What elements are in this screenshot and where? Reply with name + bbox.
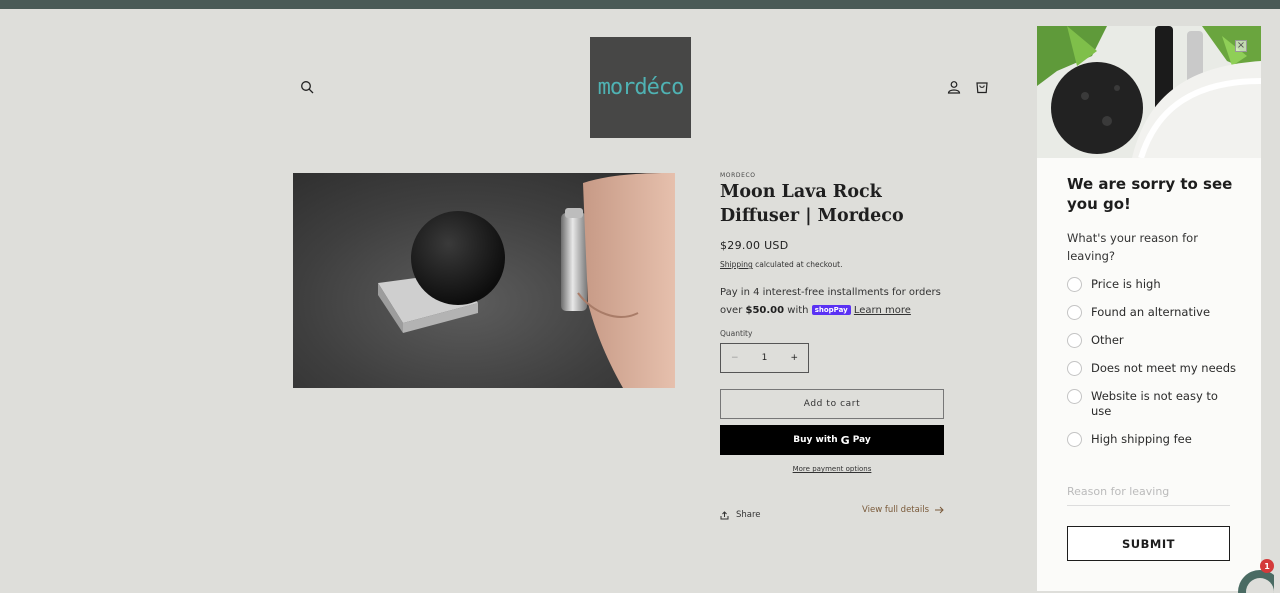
quantity-label: Quantity bbox=[720, 329, 753, 338]
installments-amount: $50.00 bbox=[745, 305, 785, 316]
learn-more-link[interactable]: Learn more bbox=[854, 305, 911, 316]
share-label: Share bbox=[736, 510, 761, 520]
announcement-bar bbox=[0, 0, 1280, 9]
quantity-input[interactable]: 1 bbox=[762, 353, 768, 363]
product-image[interactable] bbox=[293, 173, 675, 388]
submit-button[interactable]: SUBMIT bbox=[1067, 526, 1230, 561]
quantity-decrease-button[interactable]: − bbox=[731, 353, 739, 363]
shop-pay-logo: shopPay bbox=[811, 305, 851, 315]
reason-option[interactable]: Other bbox=[1067, 333, 1237, 348]
more-payment-options-link[interactable]: More payment options bbox=[720, 465, 944, 473]
reason-option-label: High shipping fee bbox=[1091, 432, 1192, 446]
view-details-label: View full details bbox=[862, 505, 929, 515]
radio-button[interactable] bbox=[1067, 333, 1082, 348]
reason-option-label: Does not meet my needs bbox=[1091, 361, 1237, 375]
quantity-increase-button[interactable]: + bbox=[790, 353, 798, 363]
reason-option[interactable]: Website is not easy to use bbox=[1067, 389, 1237, 419]
popup-question: What's your reason for leaving? bbox=[1067, 231, 1198, 263]
reason-option-label: Found an alternative bbox=[1091, 305, 1211, 319]
share-button[interactable]: Share bbox=[720, 510, 761, 520]
shipping-link[interactable]: Shipping bbox=[720, 260, 753, 269]
radio-button[interactable] bbox=[1067, 389, 1082, 404]
google-pay-button[interactable]: Buy with G Pay bbox=[720, 425, 944, 455]
radio-button[interactable] bbox=[1067, 277, 1082, 292]
reason-option-label: Other bbox=[1091, 333, 1124, 347]
reason-option-label: Price is high bbox=[1091, 277, 1161, 291]
shipping-suffix: calculated at checkout. bbox=[755, 260, 843, 269]
search-icon[interactable] bbox=[296, 76, 318, 98]
reason-option[interactable]: Does not meet my needs bbox=[1067, 361, 1237, 376]
popup-hero-image: × bbox=[1037, 26, 1261, 159]
radio-button[interactable] bbox=[1067, 305, 1082, 320]
logo-text: mordéco bbox=[597, 75, 685, 100]
view-full-details-link[interactable]: View full details bbox=[862, 505, 944, 515]
product-price: $29.00 USD bbox=[720, 239, 789, 252]
popup-title: We are sorry to see you go! bbox=[1067, 175, 1233, 213]
close-icon[interactable]: × bbox=[1235, 40, 1247, 52]
buy-with-label: Buy with bbox=[793, 435, 838, 445]
store-logo[interactable]: mordéco bbox=[590, 37, 691, 138]
reason-options: Price is high Found an alternative Other… bbox=[1067, 277, 1237, 447]
installments-with: with bbox=[787, 305, 809, 316]
reason-input[interactable] bbox=[1067, 478, 1230, 506]
account-icon[interactable] bbox=[943, 76, 965, 98]
google-g-icon: G bbox=[840, 433, 850, 447]
arrow-right-icon bbox=[935, 506, 944, 514]
cart-icon[interactable] bbox=[971, 76, 993, 98]
reason-option[interactable]: Price is high bbox=[1067, 277, 1237, 292]
share-icon bbox=[720, 510, 729, 519]
radio-button[interactable] bbox=[1067, 432, 1082, 447]
notification-badge: 1 bbox=[1260, 559, 1274, 573]
radio-button[interactable] bbox=[1067, 361, 1082, 376]
add-to-cart-button[interactable]: Add to cart bbox=[720, 389, 944, 419]
product-vendor: MORDECO bbox=[720, 172, 756, 179]
reason-option[interactable]: High shipping fee bbox=[1067, 432, 1237, 447]
product-title: Moon Lava Rock Diffuser | Mordeco bbox=[720, 182, 904, 226]
gpay-label: Pay bbox=[852, 435, 871, 445]
reason-option[interactable]: Found an alternative bbox=[1067, 305, 1237, 320]
shipping-note: Shipping calculated at checkout. bbox=[720, 260, 842, 269]
exit-survey-popup: × We are sorry to see you go! What's you… bbox=[1037, 26, 1261, 591]
quantity-stepper: − 1 + bbox=[720, 343, 809, 373]
reason-option-label: Website is not easy to use bbox=[1091, 389, 1218, 418]
installments-note: Pay in 4 interest-free installments for … bbox=[720, 284, 950, 320]
